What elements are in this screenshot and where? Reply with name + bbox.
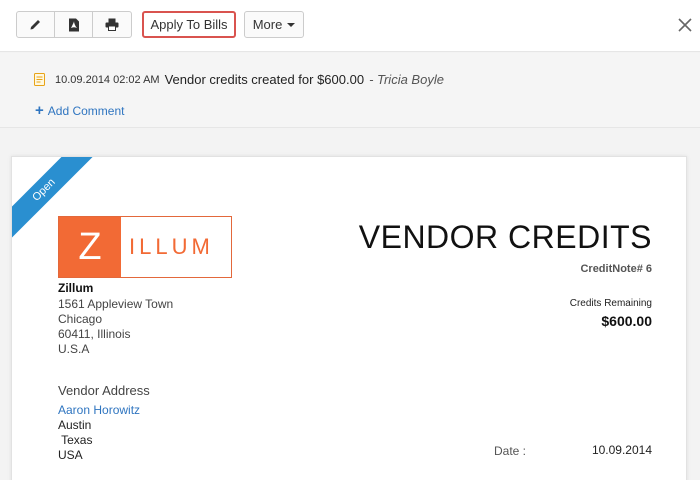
apply-to-bills-label: Apply To Bills <box>150 17 228 32</box>
close-icon[interactable] <box>676 16 694 34</box>
vendor-name-link[interactable]: Aaron Horowitz <box>58 403 140 417</box>
pdf-icon <box>68 18 79 31</box>
address-line: USA <box>58 448 83 462</box>
edit-button[interactable] <box>17 12 55 37</box>
action-button-group <box>16 11 132 38</box>
address-line: 1561 Appleview Town <box>58 297 174 311</box>
more-label: More <box>252 17 283 32</box>
credit-note-number: CreditNote# 6 <box>580 263 652 275</box>
note-icon <box>34 73 45 86</box>
apply-to-bills-button[interactable]: Apply To Bills <box>142 11 236 38</box>
printer-icon <box>105 18 119 31</box>
add-comment-link[interactable]: + Add Comment <box>35 103 124 118</box>
credits-remaining-value: $600.00 <box>601 313 652 329</box>
organization-name: Zillum <box>58 281 94 295</box>
logo-wordmark: ILLUM <box>129 234 214 259</box>
history-entry: 10.09.2014 02:02 AM Vendor credits creat… <box>34 72 444 87</box>
history-panel: 10.09.2014 02:02 AM Vendor credits creat… <box>0 53 700 128</box>
add-comment-label: Add Comment <box>47 103 125 118</box>
vendor-credit-document: Open Z ILLUM Zillum 1561 Appleview Town … <box>11 156 687 480</box>
chevron-down-icon <box>287 22 296 27</box>
pencil-icon <box>30 20 40 30</box>
history-timestamp: 10.09.2014 02:02 AM <box>55 73 160 86</box>
pdf-button[interactable] <box>55 12 93 37</box>
print-button[interactable] <box>93 12 131 37</box>
document-title: VENDOR CREDITS <box>358 219 652 255</box>
company-logo: Z ILLUM <box>58 216 232 278</box>
date-label: Date : <box>494 444 527 458</box>
vendor-address-label: Vendor Address <box>58 383 150 398</box>
history-author: - Tricia Boyle <box>369 72 444 87</box>
organization-address: 1561 Appleview Town Chicago 60411, Illin… <box>58 297 173 357</box>
toolbar: Apply To Bills More <box>0 0 700 52</box>
address-line: Texas <box>58 433 93 447</box>
credits-remaining-label: Credits Remaining <box>569 298 652 309</box>
logo-initial: Z <box>59 217 121 277</box>
history-message: Vendor credits created for $600.00 <box>164 72 365 87</box>
vendor-address: Austin Texas USA <box>58 418 92 463</box>
more-button[interactable]: More <box>244 11 304 38</box>
address-line: Austin <box>58 418 92 432</box>
address-line: U.S.A <box>58 342 90 356</box>
date-value: 10.09.2014 <box>591 443 652 457</box>
address-line: Chicago <box>58 312 103 326</box>
address-line: 60411, Illinois <box>58 327 131 341</box>
plus-icon: + <box>35 102 44 119</box>
